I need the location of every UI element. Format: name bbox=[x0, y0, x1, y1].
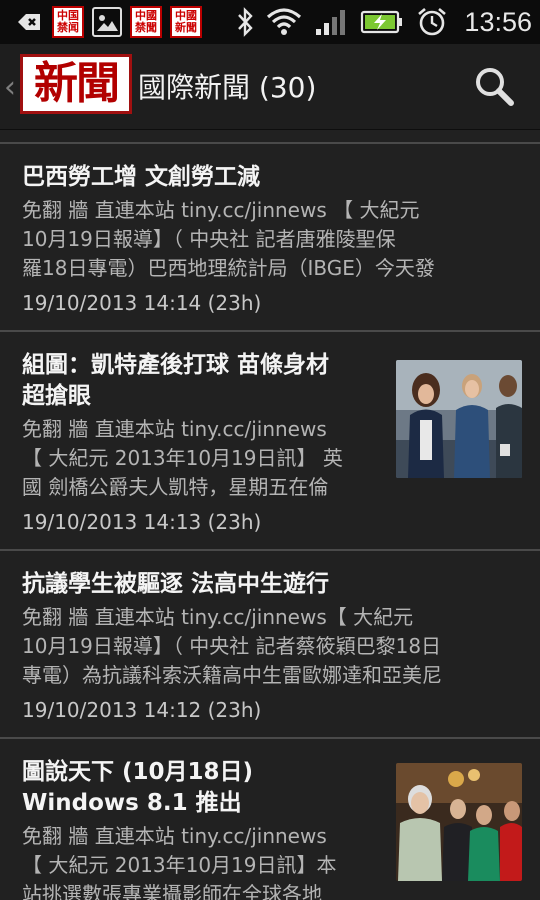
article-snippet: 免翻 牆 直連本站 tiny.cc/jinnews 【 大紀元 2013年10月… bbox=[22, 824, 337, 900]
article-list[interactable]: 巴西勞工增 文創勞工減 免翻 牆 直連本站 tiny.cc/jinnews 【 … bbox=[0, 130, 540, 900]
app-notification-icon: 中国 禁闻 bbox=[52, 6, 84, 38]
article-date: 19/10/2013 14:14 (23h) bbox=[22, 291, 262, 315]
app-notification-icon-2: 中國 禁聞 bbox=[130, 6, 162, 38]
bluetooth-icon bbox=[238, 7, 254, 37]
list-item[interactable]: 抗議學生被驅逐 法高中生遊行 免翻 牆 直連本站 tiny.cc/jinnews… bbox=[0, 551, 540, 739]
list-item-partial bbox=[0, 130, 540, 144]
app-logo-text: 新聞 bbox=[34, 58, 120, 109]
mini-logo-line2: 禁闻 bbox=[57, 21, 79, 34]
image-notification-icon bbox=[92, 7, 122, 37]
article-thumbnail bbox=[396, 360, 522, 478]
up-chevron-icon[interactable]: ‹ bbox=[4, 70, 16, 105]
system-icons: 13:56 bbox=[236, 4, 532, 40]
article-title: 組圖：凱特產後打球 苗條身材 超搶眼 bbox=[22, 352, 330, 409]
article-snippet: 免翻 牆 直連本站 tiny.cc/jinnews【 大紀元 10月19日報導】… bbox=[22, 605, 442, 687]
app-notification-icon-3: 中國 新聞 bbox=[170, 6, 202, 38]
article-date: 19/10/2013 14:13 (23h) bbox=[22, 510, 262, 534]
list-item[interactable]: 巴西勞工增 文創勞工減 免翻 牆 直連本站 tiny.cc/jinnews 【 … bbox=[0, 144, 540, 332]
article-snippet: 免翻 牆 直連本站 tiny.cc/jinnews 【 大紀元 2013年10月… bbox=[22, 417, 343, 499]
battery-charging-icon bbox=[361, 10, 403, 34]
status-bar: 中国 禁闻 中國 禁聞 中國 新聞 13:56 bbox=[0, 0, 540, 44]
search-button[interactable] bbox=[472, 64, 516, 108]
search-icon bbox=[476, 68, 514, 106]
article-date: 19/10/2013 14:12 (23h) bbox=[22, 698, 262, 722]
page-title: 國際新聞 (30) bbox=[138, 71, 317, 104]
alarm-icon bbox=[418, 8, 447, 36]
article-snippet: 免翻 牆 直連本站 tiny.cc/jinnews 【 大紀元 10月19日報導… bbox=[22, 198, 435, 280]
back-notification-icon bbox=[14, 7, 44, 37]
mini-logo3-line2: 新聞 bbox=[175, 21, 197, 34]
mini-logo2-line2: 禁聞 bbox=[135, 21, 157, 34]
article-title: 抗議學生被驅逐 法高中生遊行 bbox=[22, 571, 330, 597]
wifi-icon bbox=[267, 8, 302, 35]
article-title: 圖說天下 (10月18日) Windows 8.1 推出 bbox=[22, 759, 254, 816]
signal-icon bbox=[316, 10, 346, 35]
status-clock: 13:56 bbox=[464, 6, 532, 37]
article-title: 巴西勞工增 文創勞工減 bbox=[22, 164, 261, 190]
notification-area: 中国 禁闻 中國 禁聞 中國 新聞 bbox=[14, 6, 202, 38]
article-thumbnail bbox=[396, 763, 522, 881]
action-bar: ‹ 新聞 國際新聞 (30) bbox=[0, 44, 540, 130]
list-item[interactable]: 圖說天下 (10月18日) Windows 8.1 推出 免翻 牆 直連本站 t… bbox=[0, 739, 540, 900]
app-logo[interactable]: 新聞 bbox=[20, 54, 132, 114]
list-item[interactable]: 組圖：凱特產後打球 苗條身材 超搶眼 免翻 牆 直連本站 tiny.cc/jin… bbox=[0, 332, 540, 551]
